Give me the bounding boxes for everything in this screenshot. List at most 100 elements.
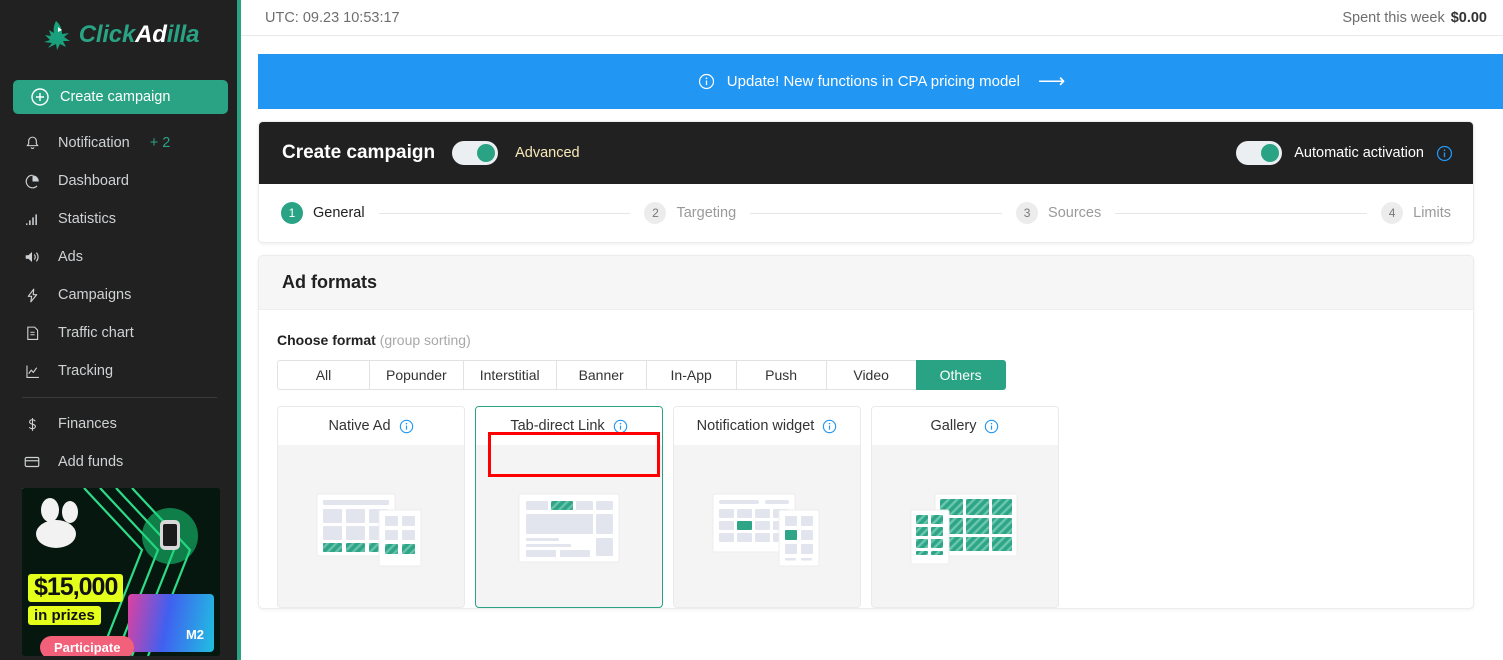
bell-icon (22, 135, 42, 152)
document-icon (22, 325, 42, 342)
brand-name: ClickAdilla (79, 21, 200, 49)
page-title: Create campaign (282, 142, 435, 164)
spent-value: $0.00 (1451, 10, 1487, 26)
app-root: ClickAdilla Create campaign Notification… (0, 0, 1503, 660)
line-chart-icon (22, 363, 42, 380)
promo-laptop-art: M2 (128, 594, 214, 652)
step-limits[interactable]: 4 Limits (1381, 202, 1451, 224)
tab-interstitial[interactable]: Interstitial (463, 360, 556, 390)
format-card-label: Tab-direct Link (510, 418, 604, 434)
step-sources[interactable]: 3 Sources (1016, 202, 1101, 224)
lightning-icon (22, 287, 42, 304)
step-general[interactable]: 1 General (281, 202, 365, 224)
tab-push[interactable]: Push (736, 360, 826, 390)
format-card-notification-widget[interactable]: Notification widget (673, 406, 861, 608)
spent-label: Spent this week (1342, 10, 1444, 26)
promo-banner[interactable]: M2 $15,000 in prizes Participate (22, 488, 220, 656)
step-number: 4 (1381, 202, 1403, 224)
format-card-header: Native Ad (278, 407, 464, 445)
speaker-icon (22, 248, 42, 266)
sidebar-item-label: Ads (58, 249, 83, 265)
sidebar-item-finances[interactable]: Finances (0, 405, 241, 443)
sidebar-item-label: Tracking (58, 363, 113, 379)
automatic-activation-label: Automatic activation (1294, 145, 1424, 161)
info-circle-icon (698, 73, 715, 90)
campaign-stepper: 1 General 2 Targeting 3 Sources 4 Limits (259, 184, 1473, 242)
choose-format-text: Choose format (277, 332, 376, 348)
sidebar-item-ads[interactable]: Ads (0, 238, 241, 276)
sidebar-item-label: Dashboard (58, 173, 129, 189)
step-label: General (313, 205, 365, 221)
spent-this-week: Spent this week $0.00 (1342, 10, 1487, 26)
format-card-label: Notification widget (697, 418, 815, 434)
sidebar-item-campaigns[interactable]: Campaigns (0, 276, 241, 314)
format-tabs: All Popunder Interstitial Banner In-App … (277, 360, 1455, 390)
step-number: 1 (281, 202, 303, 224)
tab-popunder[interactable]: Popunder (369, 360, 463, 390)
format-card-header: Notification widget (674, 407, 860, 445)
sidebar-item-label: Finances (58, 416, 117, 432)
sidebar-item-statistics[interactable]: Statistics (0, 200, 241, 238)
choose-format-label: Choose format (group sorting) (277, 332, 1455, 348)
step-number: 2 (644, 202, 666, 224)
automatic-activation-toggle-knob (1261, 144, 1279, 162)
step-label: Sources (1048, 205, 1101, 221)
step-number: 3 (1016, 202, 1038, 224)
arrow-right-icon: ⟶ (1038, 70, 1063, 93)
sidebar-item-traffic-chart[interactable]: Traffic chart (0, 314, 241, 352)
notification-badge: + 2 (150, 135, 171, 151)
info-circle-icon[interactable] (822, 419, 837, 434)
info-circle-icon[interactable] (1436, 145, 1453, 162)
brand-text-3: illa (167, 21, 200, 48)
promo-participate-button[interactable]: Participate (40, 636, 134, 656)
create-campaign-card: Create campaign Advanced Automatic activ… (258, 121, 1474, 243)
info-circle-icon[interactable] (399, 419, 414, 434)
create-campaign-button[interactable]: Create campaign (13, 80, 228, 114)
step-label: Limits (1413, 205, 1451, 221)
tab-video[interactable]: Video (826, 360, 916, 390)
ad-formats-header: Ad formats (259, 256, 1473, 310)
format-card-header: Tab-direct Link (476, 407, 662, 445)
tab-banner[interactable]: Banner (556, 360, 646, 390)
cpa-update-banner[interactable]: Update! New functions in CPA pricing mod… (258, 54, 1503, 109)
sidebar-item-label: Campaigns (58, 287, 131, 303)
info-circle-icon[interactable] (613, 419, 628, 434)
step-connector (1115, 213, 1367, 214)
ad-formats-body: Choose format (group sorting) All Popund… (259, 310, 1473, 608)
create-campaign-label: Create campaign (60, 89, 170, 105)
step-targeting[interactable]: 2 Targeting (644, 202, 736, 224)
sidebar: ClickAdilla Create campaign Notification… (0, 0, 241, 660)
advanced-toggle[interactable] (452, 141, 498, 165)
main-content: UTC: 09.23 10:53:17 Spent this week $0.00… (241, 0, 1503, 660)
sidebar-item-label: Add funds (58, 454, 123, 470)
format-card-gallery[interactable]: Gallery (871, 406, 1059, 608)
tab-others[interactable]: Others (916, 360, 1006, 390)
sidebar-divider-1 (22, 397, 217, 398)
format-card-tab-direct-link[interactable]: Tab-direct Link (475, 406, 663, 608)
tab-in-app[interactable]: In-App (646, 360, 736, 390)
sidebar-item-label: Traffic chart (58, 325, 134, 341)
sidebar-item-notification[interactable]: Notification + 2 (0, 124, 241, 162)
ad-formats-panel: Ad formats Choose format (group sorting)… (258, 255, 1474, 609)
automatic-activation-toggle[interactable] (1236, 141, 1282, 165)
step-label: Targeting (676, 205, 736, 221)
sidebar-item-add-funds[interactable]: Add funds (0, 443, 241, 481)
sidebar-item-tracking[interactable]: Tracking (0, 352, 241, 390)
credit-card-icon (22, 453, 42, 471)
tab-all[interactable]: All (277, 360, 369, 390)
sidebar-nav: Notification + 2 Dashboard Statistics (0, 124, 241, 489)
format-card-header: Gallery (872, 407, 1058, 445)
native-ad-art-icon (278, 445, 464, 608)
step-connector (750, 213, 1002, 214)
format-card-label: Native Ad (328, 418, 390, 434)
plus-circle-icon (31, 88, 49, 106)
format-card-native-ad[interactable]: Native Ad (277, 406, 465, 608)
header-left-group: Create campaign Advanced (282, 141, 580, 165)
brand-logo-area[interactable]: ClickAdilla (0, 0, 241, 62)
sidebar-item-label: Notification (58, 135, 130, 151)
promo-price: $15,000 (28, 574, 123, 602)
info-circle-icon[interactable] (984, 419, 999, 434)
utc-clock: UTC: 09.23 10:53:17 (265, 10, 400, 26)
sidebar-item-dashboard[interactable]: Dashboard (0, 162, 241, 200)
bar-chart-icon (22, 211, 42, 228)
